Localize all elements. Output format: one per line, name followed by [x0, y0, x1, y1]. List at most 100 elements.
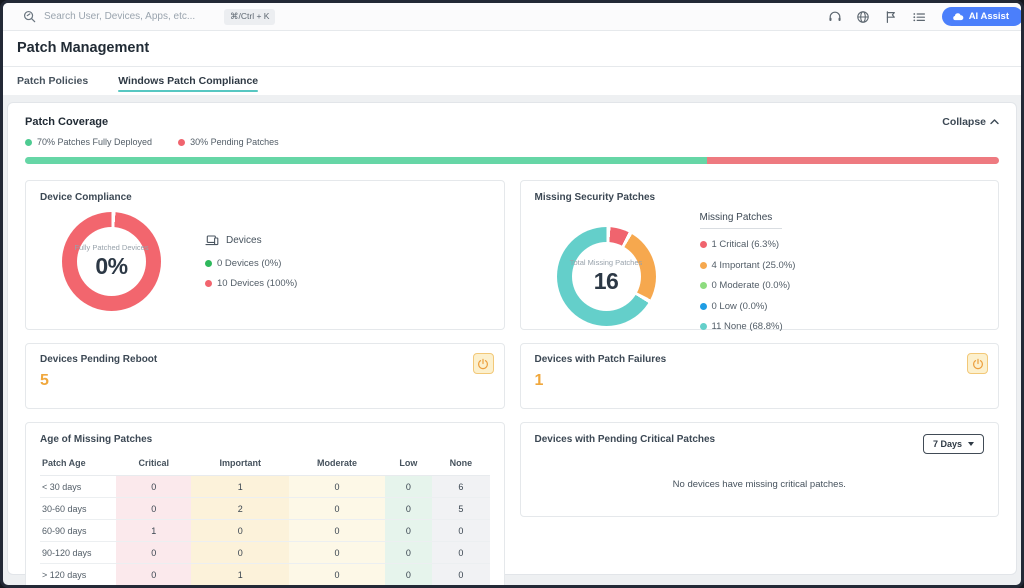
power-icon [477, 358, 489, 370]
legend-label: 11 None (68.8%) [712, 321, 783, 332]
coverage-legend: 70% Patches Fully Deployed 30% Pending P… [25, 137, 999, 147]
patch-failures-card: Devices with Patch Failures 1 [520, 343, 1000, 409]
coverage-bar-deployed [25, 157, 707, 164]
table-row: 90-120 days00000 [40, 542, 490, 564]
tabs-bar: Patch Policies Windows Patch Compliance [3, 67, 1021, 95]
legend-label: 70% Patches Fully Deployed [37, 137, 152, 147]
missing-patches-legend: Missing Patches 1 Critical (6.3%) 4 Impo… [700, 212, 796, 342]
ai-assist-label: AI Assist [969, 11, 1009, 22]
legend-item-critical: 1 Critical (6.3%) [700, 239, 796, 250]
failures-power-icon-button[interactable] [967, 353, 988, 374]
page-title: Patch Management [17, 40, 149, 56]
cell-critical: 0 [116, 542, 191, 564]
device-compliance-legend: Devices 0 Devices (0%) 10 Devices (100%) [205, 234, 297, 289]
col-important: Important [191, 454, 289, 476]
search-input[interactable] [44, 11, 216, 22]
age-table: Patch Age Critical Important Moderate Lo… [40, 454, 490, 586]
cell-critical: 0 [116, 564, 191, 586]
pending-critical-patches-card: Devices with Pending Critical Patches 7 … [520, 422, 1000, 517]
legend-label: 0 Low (0.0%) [712, 301, 768, 312]
donut-center-value: 0% [95, 253, 127, 280]
collapse-label: Collapse [942, 116, 986, 128]
search-icon [23, 10, 36, 23]
legend-label: 1 Critical (6.3%) [712, 239, 780, 250]
empty-state-text: No devices have missing critical patches… [535, 479, 985, 490]
patch-age-cell: > 120 days [40, 564, 116, 586]
legend-label: 10 Devices (100%) [217, 278, 297, 289]
cell-important: 0 [191, 520, 289, 542]
donut-center-value: 16 [594, 268, 619, 295]
col-moderate: Moderate [289, 454, 384, 476]
legend-item-none: 11 None (68.8%) [700, 321, 796, 332]
tab-windows-patch-compliance[interactable]: Windows Patch Compliance [118, 67, 258, 95]
legend-dot [700, 241, 707, 248]
cell-none: 6 [432, 476, 489, 498]
support-headset-icon[interactable] [828, 10, 842, 24]
global-search[interactable]: ⌘/Ctrl + K [23, 9, 828, 25]
legend-item-low: 0 Low (0.0%) [700, 301, 796, 312]
cell-important: 2 [191, 498, 289, 520]
ai-assist-button[interactable]: AI Assist [942, 7, 1023, 26]
page-header: Patch Management [3, 31, 1021, 67]
cell-low: 0 [385, 542, 433, 564]
legend-dot [25, 139, 32, 146]
legend-item-important: 4 Important (25.0%) [700, 260, 796, 271]
pending-reboot-count: 5 [40, 372, 492, 390]
cell-none: 0 [432, 564, 489, 586]
topbar-icons: AI Assist [828, 7, 1015, 26]
missing-patches-donut: Total Missing Patches 16 [557, 227, 656, 326]
date-range-dropdown[interactable]: 7 Days [923, 434, 984, 454]
cell-critical: 0 [116, 498, 191, 520]
flag-icon[interactable] [884, 10, 898, 24]
cell-moderate: 0 [289, 520, 384, 542]
legend-label: 0 Devices (0%) [217, 258, 281, 269]
legend-dot [700, 282, 707, 289]
device-compliance-card: Device Compliance Fully Patched Devices … [25, 180, 505, 330]
chevron-up-icon [990, 118, 999, 126]
card-title: Devices with Patch Failures [535, 354, 987, 365]
legend-dot [205, 280, 212, 287]
cell-important: 1 [191, 476, 289, 498]
patch-age-cell: < 30 days [40, 476, 116, 498]
cell-important: 0 [191, 542, 289, 564]
cell-moderate: 0 [289, 564, 384, 586]
legend-dot [178, 139, 185, 146]
reboot-power-icon-button[interactable] [473, 353, 494, 374]
cell-none: 0 [432, 542, 489, 564]
device-compliance-donut: Fully Patched Devices 0% [62, 212, 161, 311]
col-none: None [432, 454, 489, 476]
col-low: Low [385, 454, 433, 476]
date-range-label: 7 Days [933, 439, 962, 449]
content-area: Patch Coverage Collapse 70% Patches Full… [3, 95, 1021, 585]
table-row: > 120 days01000 [40, 564, 490, 586]
age-table-body: < 30 days0100630-60 days0200560-90 days1… [40, 476, 490, 586]
devices-laptop-icon [205, 234, 219, 247]
table-row: 30-60 days02005 [40, 498, 490, 520]
legend-dot [700, 323, 707, 330]
tab-label: Windows Patch Compliance [118, 75, 258, 87]
patch-coverage-title: Patch Coverage [25, 116, 108, 128]
patch-coverage-panel: Patch Coverage Collapse 70% Patches Full… [7, 102, 1017, 575]
tab-patch-policies[interactable]: Patch Policies [17, 67, 88, 95]
legend-dot [700, 262, 707, 269]
table-row: 60-90 days10000 [40, 520, 490, 542]
legend-header: Missing Patches [700, 212, 783, 229]
card-title: Devices with Pending Critical Patches [535, 434, 716, 445]
power-icon [972, 358, 984, 370]
cell-critical: 0 [116, 476, 191, 498]
card-title: Devices Pending Reboot [40, 354, 492, 365]
cell-none: 0 [432, 520, 489, 542]
legend-dot [700, 303, 707, 310]
collapse-button[interactable]: Collapse [942, 116, 999, 128]
patch-age-cell: 90-120 days [40, 542, 116, 564]
card-title: Missing Security Patches [535, 192, 985, 203]
card-title: Device Compliance [40, 192, 490, 203]
tasks-list-icon[interactable] [912, 10, 926, 24]
legend-item-not-patched: 10 Devices (100%) [205, 278, 297, 289]
legend-label: 30% Pending Patches [190, 137, 279, 147]
cell-low: 0 [385, 564, 433, 586]
globe-icon[interactable] [856, 10, 870, 24]
card-title: Age of Missing Patches [40, 434, 490, 445]
legend-header: Devices [226, 235, 262, 246]
cell-low: 0 [385, 476, 433, 498]
